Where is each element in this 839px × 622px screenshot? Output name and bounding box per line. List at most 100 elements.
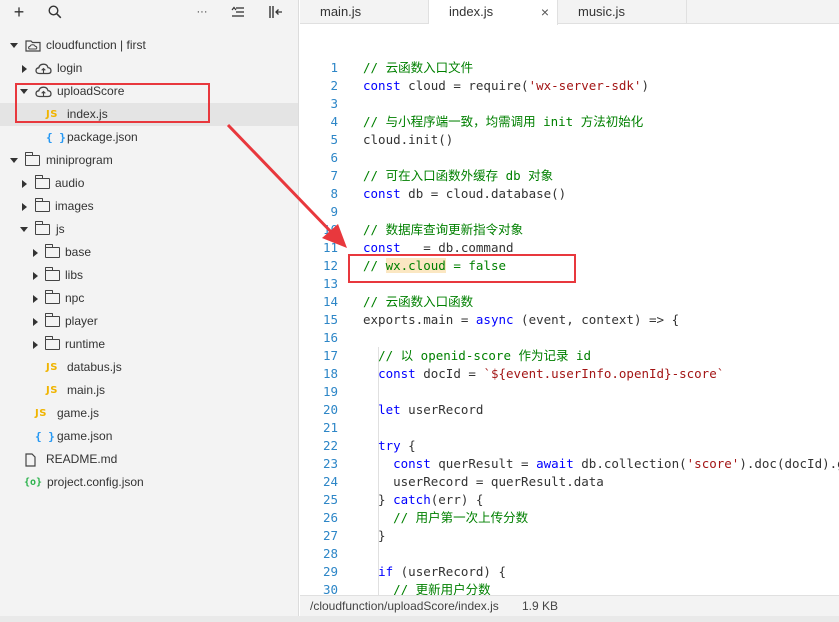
tree-item-player[interactable]: player: [0, 310, 298, 333]
tree-item-cloudfunction[interactable]: cloudfunction | first: [0, 34, 298, 57]
chevron-down-icon[interactable]: [9, 34, 19, 57]
tree-item-package-json[interactable]: { } package.json: [0, 126, 298, 149]
tree-item-main-js[interactable]: JS main.js: [0, 379, 298, 402]
tree-item-databus-js[interactable]: JS databus.js: [0, 356, 298, 379]
line-number: 20: [322, 402, 338, 417]
code-text: // 可在入口函数外缓存 db 对象: [363, 168, 554, 183]
code-line[interactable]: 29 if (userRecord) {: [300, 563, 839, 581]
code-line[interactable]: 17 // 以 openid-score 作为记录 id: [300, 347, 839, 365]
tree-item-js[interactable]: js: [0, 218, 298, 241]
tree-item-label: game.json: [57, 429, 113, 443]
file-size: 1.9 KB: [522, 599, 559, 613]
code-line[interactable]: 21: [300, 419, 839, 437]
json-file-icon: { }: [46, 131, 66, 144]
tree-item-npc[interactable]: npc: [0, 287, 298, 310]
code-line[interactable]: 8 const db = cloud.database(): [300, 185, 839, 203]
add-icon[interactable]: +: [9, 2, 29, 22]
code-line[interactable]: 18 const docId = `${event.userInfo.openI…: [300, 365, 839, 383]
code-line[interactable]: 3: [300, 95, 839, 113]
code-line[interactable]: 5 cloud.init(): [300, 131, 839, 149]
code-line[interactable]: 30 // 更新用户分数: [300, 581, 839, 595]
more-icon[interactable]: ···: [192, 2, 212, 22]
code-line[interactable]: 10 // 数据库查询更新指令对象: [300, 221, 839, 239]
tree-item-label: libs: [65, 268, 84, 282]
code-text: // 更新用户分数: [393, 582, 491, 595]
code-line[interactable]: 28: [300, 545, 839, 563]
code-line[interactable]: 7 // 可在入口函数外缓存 db 对象: [300, 167, 839, 185]
code-line[interactable]: 22 try {: [300, 437, 839, 455]
chevron-right-icon[interactable]: [30, 333, 40, 356]
tab-index-js[interactable]: index.js ×: [429, 0, 558, 25]
chevron-down-icon[interactable]: [9, 149, 19, 172]
sort-icon[interactable]: [228, 2, 248, 22]
tab-label: main.js: [320, 4, 362, 19]
code-line[interactable]: 23 const querResult = await db.collectio…: [300, 455, 839, 473]
js-file-icon: JS: [46, 362, 58, 373]
code-line[interactable]: 26 // 用户第一次上传分数: [300, 509, 839, 527]
tree-item-login[interactable]: login: [0, 57, 298, 80]
tab-music-js[interactable]: music.js: [558, 0, 687, 24]
tree-item-libs[interactable]: libs: [0, 264, 298, 287]
tree-item-audio[interactable]: audio: [0, 172, 298, 195]
code-text: exports.main = async (event, context) =>…: [363, 312, 680, 327]
tree-item-base[interactable]: base: [0, 241, 298, 264]
tree-item-label: package.json: [67, 130, 138, 144]
tree-item-project-config-json[interactable]: {o} project.config.json: [0, 471, 298, 494]
chevron-right-icon[interactable]: [30, 241, 40, 264]
close-icon[interactable]: ×: [541, 0, 549, 24]
line-number: 4: [330, 114, 338, 129]
search-icon[interactable]: [45, 2, 65, 22]
chevron-right-icon[interactable]: [30, 264, 40, 287]
tree-item-label: login: [57, 61, 83, 75]
tree-item-label: project.config.json: [47, 475, 144, 489]
tree-item-game-json[interactable]: { } game.json: [0, 425, 298, 448]
tree-item-images[interactable]: images: [0, 195, 298, 218]
folder-icon: [34, 172, 50, 195]
code-line[interactable]: 4 // 与小程序端一致，均需调用 init 方法初始化: [300, 113, 839, 131]
code-line[interactable]: 24 userRecord = querResult.data: [300, 473, 839, 491]
line-number: 24: [322, 474, 338, 489]
line-number: 30: [322, 582, 338, 595]
code-text: if (userRecord) {: [378, 564, 507, 579]
explorer-toolbar: + ···: [0, 0, 298, 24]
code-line[interactable]: 20 let userRecord: [300, 401, 839, 419]
chevron-right-icon[interactable]: [19, 195, 29, 218]
chevron-right-icon[interactable]: [30, 310, 40, 333]
code-line[interactable]: 2 const cloud = require('wx-server-sdk'): [300, 77, 839, 95]
code-text: let userRecord: [378, 402, 484, 417]
code-line[interactable]: 25 } catch(err) {: [300, 491, 839, 509]
chevron-right-icon[interactable]: [19, 57, 29, 80]
code-text: // 云函数入口函数: [363, 294, 474, 309]
code-line[interactable]: 27 }: [300, 527, 839, 545]
tab-main-js[interactable]: main.js: [300, 0, 429, 24]
collapse-panel-icon[interactable]: [266, 2, 286, 22]
code-editor[interactable]: 1 // 云函数入口文件 2 const cloud = require('wx-se…: [300, 25, 839, 595]
folder-icon: [44, 287, 60, 310]
line-number: 5: [330, 132, 338, 147]
file-path: /cloudfunction/uploadScore/index.js: [310, 599, 499, 613]
line-number: 16: [322, 330, 338, 345]
code-line[interactable]: 15 exports.main = async (event, context) …: [300, 311, 839, 329]
tree-item-label: main.js: [67, 383, 106, 397]
code-line[interactable]: 6: [300, 149, 839, 167]
tree-item-readme-md[interactable]: README.md: [0, 448, 298, 471]
code-line[interactable]: 19: [300, 383, 839, 401]
code-text: cloud.init(): [363, 132, 454, 147]
code-text: const querResult = await db.collection('…: [393, 456, 839, 471]
code-line[interactable]: 1 // 云函数入口文件: [300, 59, 839, 77]
tree-item-label: game.js: [57, 406, 100, 420]
code-line[interactable]: 14 // 云函数入口函数: [300, 293, 839, 311]
code-line[interactable]: 16: [300, 329, 839, 347]
code-line[interactable]: 9: [300, 203, 839, 221]
tree-item-runtime[interactable]: runtime: [0, 333, 298, 356]
code-text: const db = cloud.database(): [363, 186, 567, 201]
line-number: 19: [322, 384, 338, 399]
tree-item-miniprogram[interactable]: miniprogram: [0, 149, 298, 172]
line-number: 13: [322, 276, 338, 291]
chevron-right-icon[interactable]: [19, 172, 29, 195]
js-file-icon: JS: [46, 385, 58, 396]
chevron-right-icon[interactable]: [30, 287, 40, 310]
tree-item-game-js[interactable]: JS game.js: [0, 402, 298, 425]
chevron-down-icon[interactable]: [19, 218, 29, 241]
tree-item-label: js: [56, 222, 65, 236]
